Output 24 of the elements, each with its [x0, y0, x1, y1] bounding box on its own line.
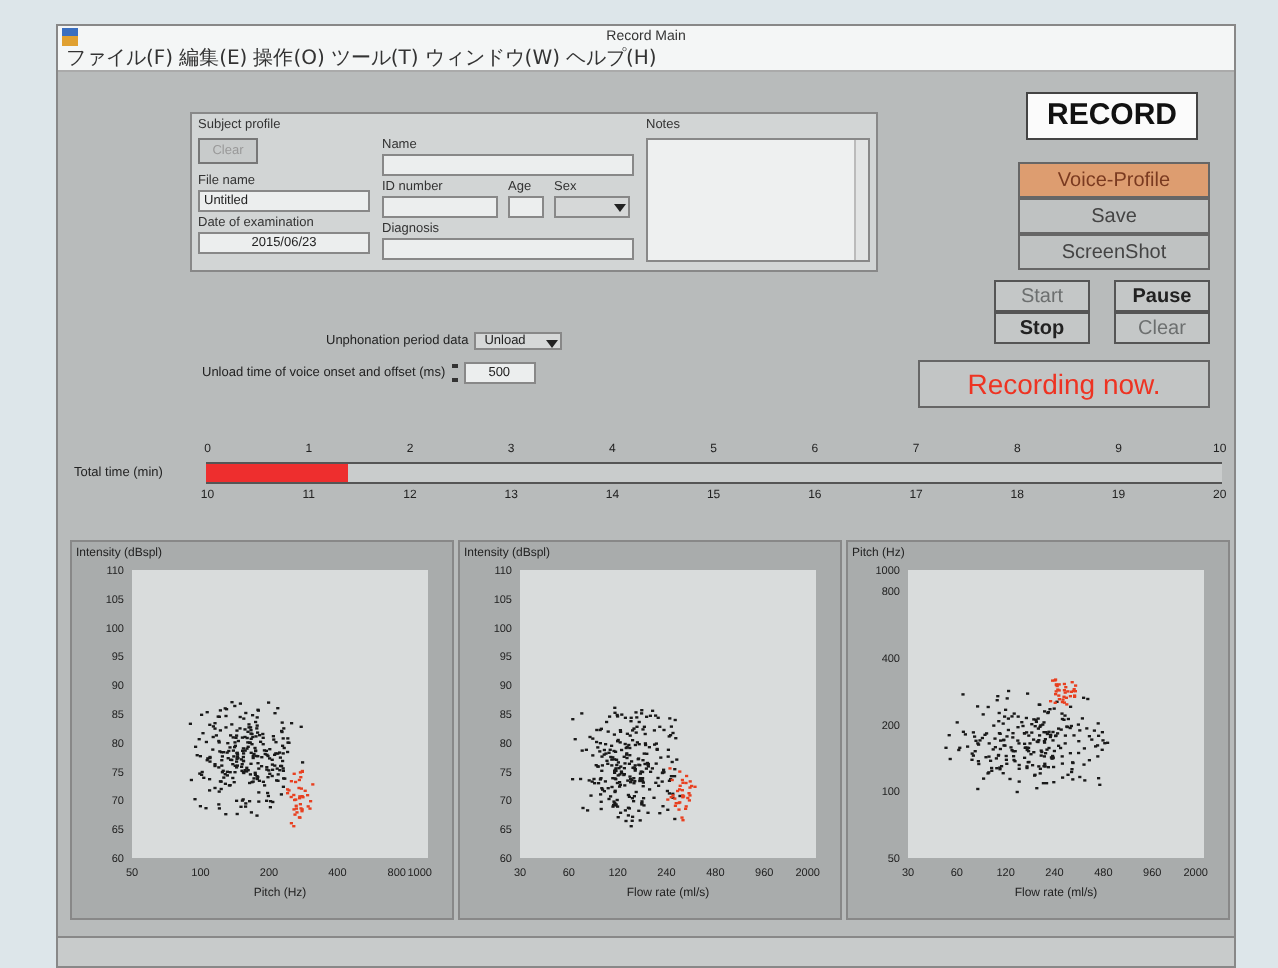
menu-item[interactable]: 編集(E) [179, 47, 248, 69]
app-icon [62, 27, 78, 45]
text-field[interactable] [382, 154, 634, 176]
mode-button[interactable]: Voice-Profile [1018, 162, 1210, 198]
scrollbar[interactable] [854, 140, 868, 260]
text-field[interactable] [382, 196, 498, 218]
text-field[interactable] [382, 238, 634, 260]
control-button[interactable]: Pause [1114, 280, 1210, 312]
menu-item[interactable]: ファイル(F) [66, 47, 174, 69]
dropdown-arrow-icon [614, 204, 626, 212]
menu-item[interactable]: ツール(T) [330, 47, 419, 69]
spinner-icon[interactable] [451, 364, 458, 382]
mode-button[interactable]: Save [1018, 198, 1210, 234]
menu-item[interactable]: 操作(O) [253, 47, 325, 69]
dropdown[interactable] [554, 196, 630, 218]
text-field[interactable] [508, 196, 544, 218]
menu-item[interactable]: ウィンドウ(W) [424, 47, 560, 69]
notes-area[interactable] [646, 138, 870, 262]
status-message: Recording now. [918, 360, 1210, 408]
control-button[interactable]: Stop [994, 312, 1090, 344]
dropdown-arrow-icon [546, 340, 559, 348]
menu-item[interactable]: ヘルプ(H) [566, 47, 657, 69]
mode-button[interactable]: ScreenShot [1018, 234, 1210, 270]
record-label: RECORD [1026, 92, 1198, 140]
